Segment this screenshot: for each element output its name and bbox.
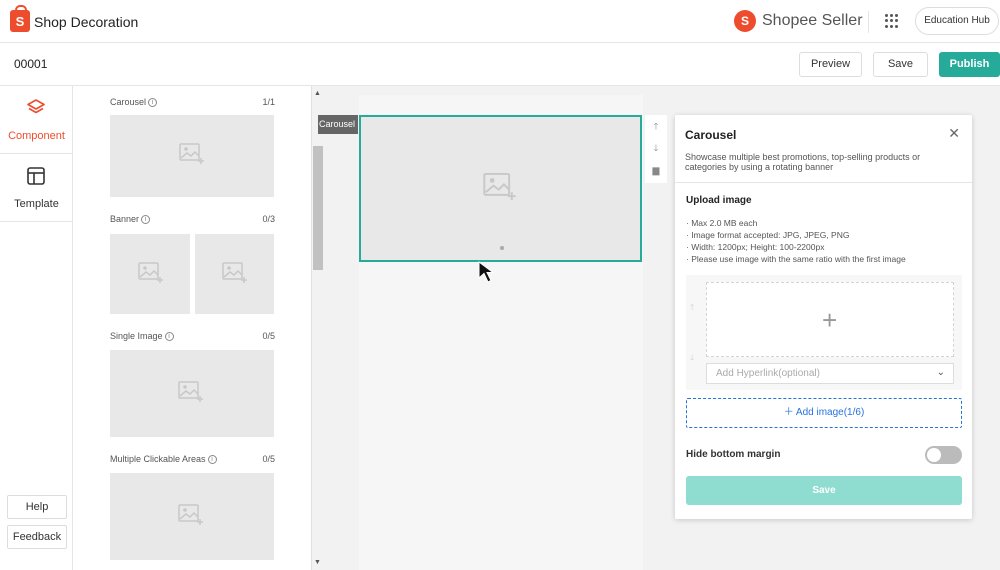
- info-icon[interactable]: i: [207, 455, 217, 465]
- scrollbar-thumb[interactable]: [313, 146, 323, 270]
- carousel-indicator-dot[interactable]: [500, 246, 504, 250]
- block-tools: 🡑 🡓 ▆: [645, 115, 667, 183]
- panel-save-button[interactable]: Save: [686, 476, 962, 505]
- apps-grid-icon[interactable]: [885, 14, 899, 28]
- image-placeholder-icon: [222, 262, 247, 283]
- shopee-bag-icon[interactable]: S: [10, 5, 30, 32]
- image-placeholder-icon: [178, 381, 203, 402]
- component-title-multiple-clickable-areas: Multiple Clickable Areas i: [110, 454, 217, 465]
- divider: [868, 11, 869, 33]
- close-icon[interactable]: ✕: [948, 125, 960, 142]
- rule-item: · Please use image with the same ratio w…: [686, 254, 906, 264]
- image-placeholder-icon: [483, 172, 516, 201]
- delete-icon[interactable]: ▆: [651, 165, 661, 175]
- nav-template-label: Template: [14, 198, 59, 210]
- layers-icon: [27, 99, 45, 114]
- component-list-panel: Carousel i 1/1 Banner i 0/3 Single Image i …: [73, 86, 311, 570]
- panel-title: Carousel: [685, 128, 737, 142]
- upload-image-title: Upload image: [686, 195, 752, 206]
- component-title-banner: Banner i: [110, 214, 151, 225]
- component-title-single-image: Single Image i: [110, 331, 174, 342]
- component-carousel[interactable]: [110, 115, 274, 197]
- component-single-image[interactable]: [110, 350, 274, 437]
- hide-bottom-margin-toggle[interactable]: [925, 446, 962, 464]
- component-count-multiple-clickable-areas: 0/5: [262, 454, 275, 464]
- add-image-button[interactable]: ＋ Add image(1/6): [686, 398, 962, 428]
- panel-description: Showcase multiple best promotions, top-s…: [685, 152, 921, 172]
- component-banner[interactable]: [195, 234, 274, 314]
- nav-template[interactable]: Template: [0, 154, 73, 222]
- info-icon[interactable]: i: [164, 332, 174, 342]
- info-icon[interactable]: i: [148, 98, 158, 108]
- component-title-carousel: Carousel i: [110, 97, 158, 108]
- save-button[interactable]: Save: [873, 52, 928, 77]
- hyperlink-select[interactable]: Add Hyperlink(optional) ⌄: [706, 363, 954, 384]
- plus-icon: +: [822, 305, 838, 335]
- page-toolbar: 00001 Preview Save Publish: [0, 43, 1000, 86]
- image-placeholder-icon: [179, 143, 204, 164]
- preview-button[interactable]: Preview: [799, 52, 862, 77]
- component-multiple-clickable-areas[interactable]: [110, 473, 274, 560]
- nav-component-label: Component: [8, 130, 65, 142]
- education-hub-button[interactable]: Education Hub: [915, 7, 999, 35]
- toggle-knob: [927, 448, 941, 462]
- help-button[interactable]: Help: [7, 495, 67, 519]
- rule-item: · Max 2.0 MB each: [686, 218, 758, 228]
- image-placeholder-icon: [178, 504, 203, 525]
- nav-component[interactable]: Component: [0, 86, 73, 154]
- image-placeholder-icon: [138, 262, 163, 283]
- move-down-icon[interactable]: 🡓: [690, 352, 694, 366]
- upload-rules: · Max 2.0 MB each · Image format accepte…: [686, 217, 906, 265]
- publish-button[interactable]: Publish: [939, 52, 1000, 77]
- component-count-carousel: 1/1: [262, 97, 275, 107]
- hide-bottom-margin-label: Hide bottom margin: [686, 449, 781, 460]
- rule-item: · Width: 1200px; Height: 100-2200px: [686, 242, 825, 252]
- image-upload-item: 🡑 🡓 + Add Hyperlink(optional) ⌄: [686, 275, 962, 390]
- component-count-banner: 0/3: [262, 214, 275, 224]
- info-icon[interactable]: i: [141, 215, 151, 225]
- shopee-seller-brand[interactable]: Shopee Seller: [762, 12, 863, 30]
- mouse-cursor-icon: [478, 261, 495, 283]
- component-panel-scrollbar[interactable]: ▲ ▼: [311, 86, 323, 570]
- component-banner[interactable]: [110, 234, 190, 314]
- scroll-up-icon[interactable]: ▲: [314, 90, 321, 97]
- move-up-icon[interactable]: 🡑: [651, 121, 661, 131]
- carousel-tag: Carousel: [318, 115, 358, 134]
- feedback-button[interactable]: Feedback: [7, 525, 67, 549]
- scroll-down-icon[interactable]: ▼: [314, 559, 321, 566]
- left-nav: Component Template Help Feedback: [0, 86, 73, 570]
- carousel-block-selected[interactable]: [359, 115, 642, 262]
- hyperlink-placeholder: Add Hyperlink(optional): [716, 368, 820, 379]
- component-count-single-image: 0/5: [262, 331, 275, 341]
- chevron-down-icon: ⌄: [936, 367, 945, 378]
- template-icon: [27, 167, 45, 185]
- shopee-seller-logo-icon[interactable]: S: [734, 10, 756, 32]
- rule-item: · Image format accepted: JPG, JPEG, PNG: [686, 230, 850, 240]
- app-title: Shop Decoration: [34, 14, 139, 30]
- move-up-icon[interactable]: 🡑: [690, 302, 694, 316]
- move-down-icon[interactable]: 🡓: [651, 143, 661, 153]
- page-id: 00001: [14, 57, 48, 71]
- carousel-settings-panel: Carousel ✕ Showcase multiple best promot…: [675, 115, 972, 519]
- image-drop-area[interactable]: +: [706, 282, 954, 357]
- divider: [675, 182, 972, 183]
- top-bar: S Shop Decoration S Shopee Seller Educat…: [0, 0, 1000, 43]
